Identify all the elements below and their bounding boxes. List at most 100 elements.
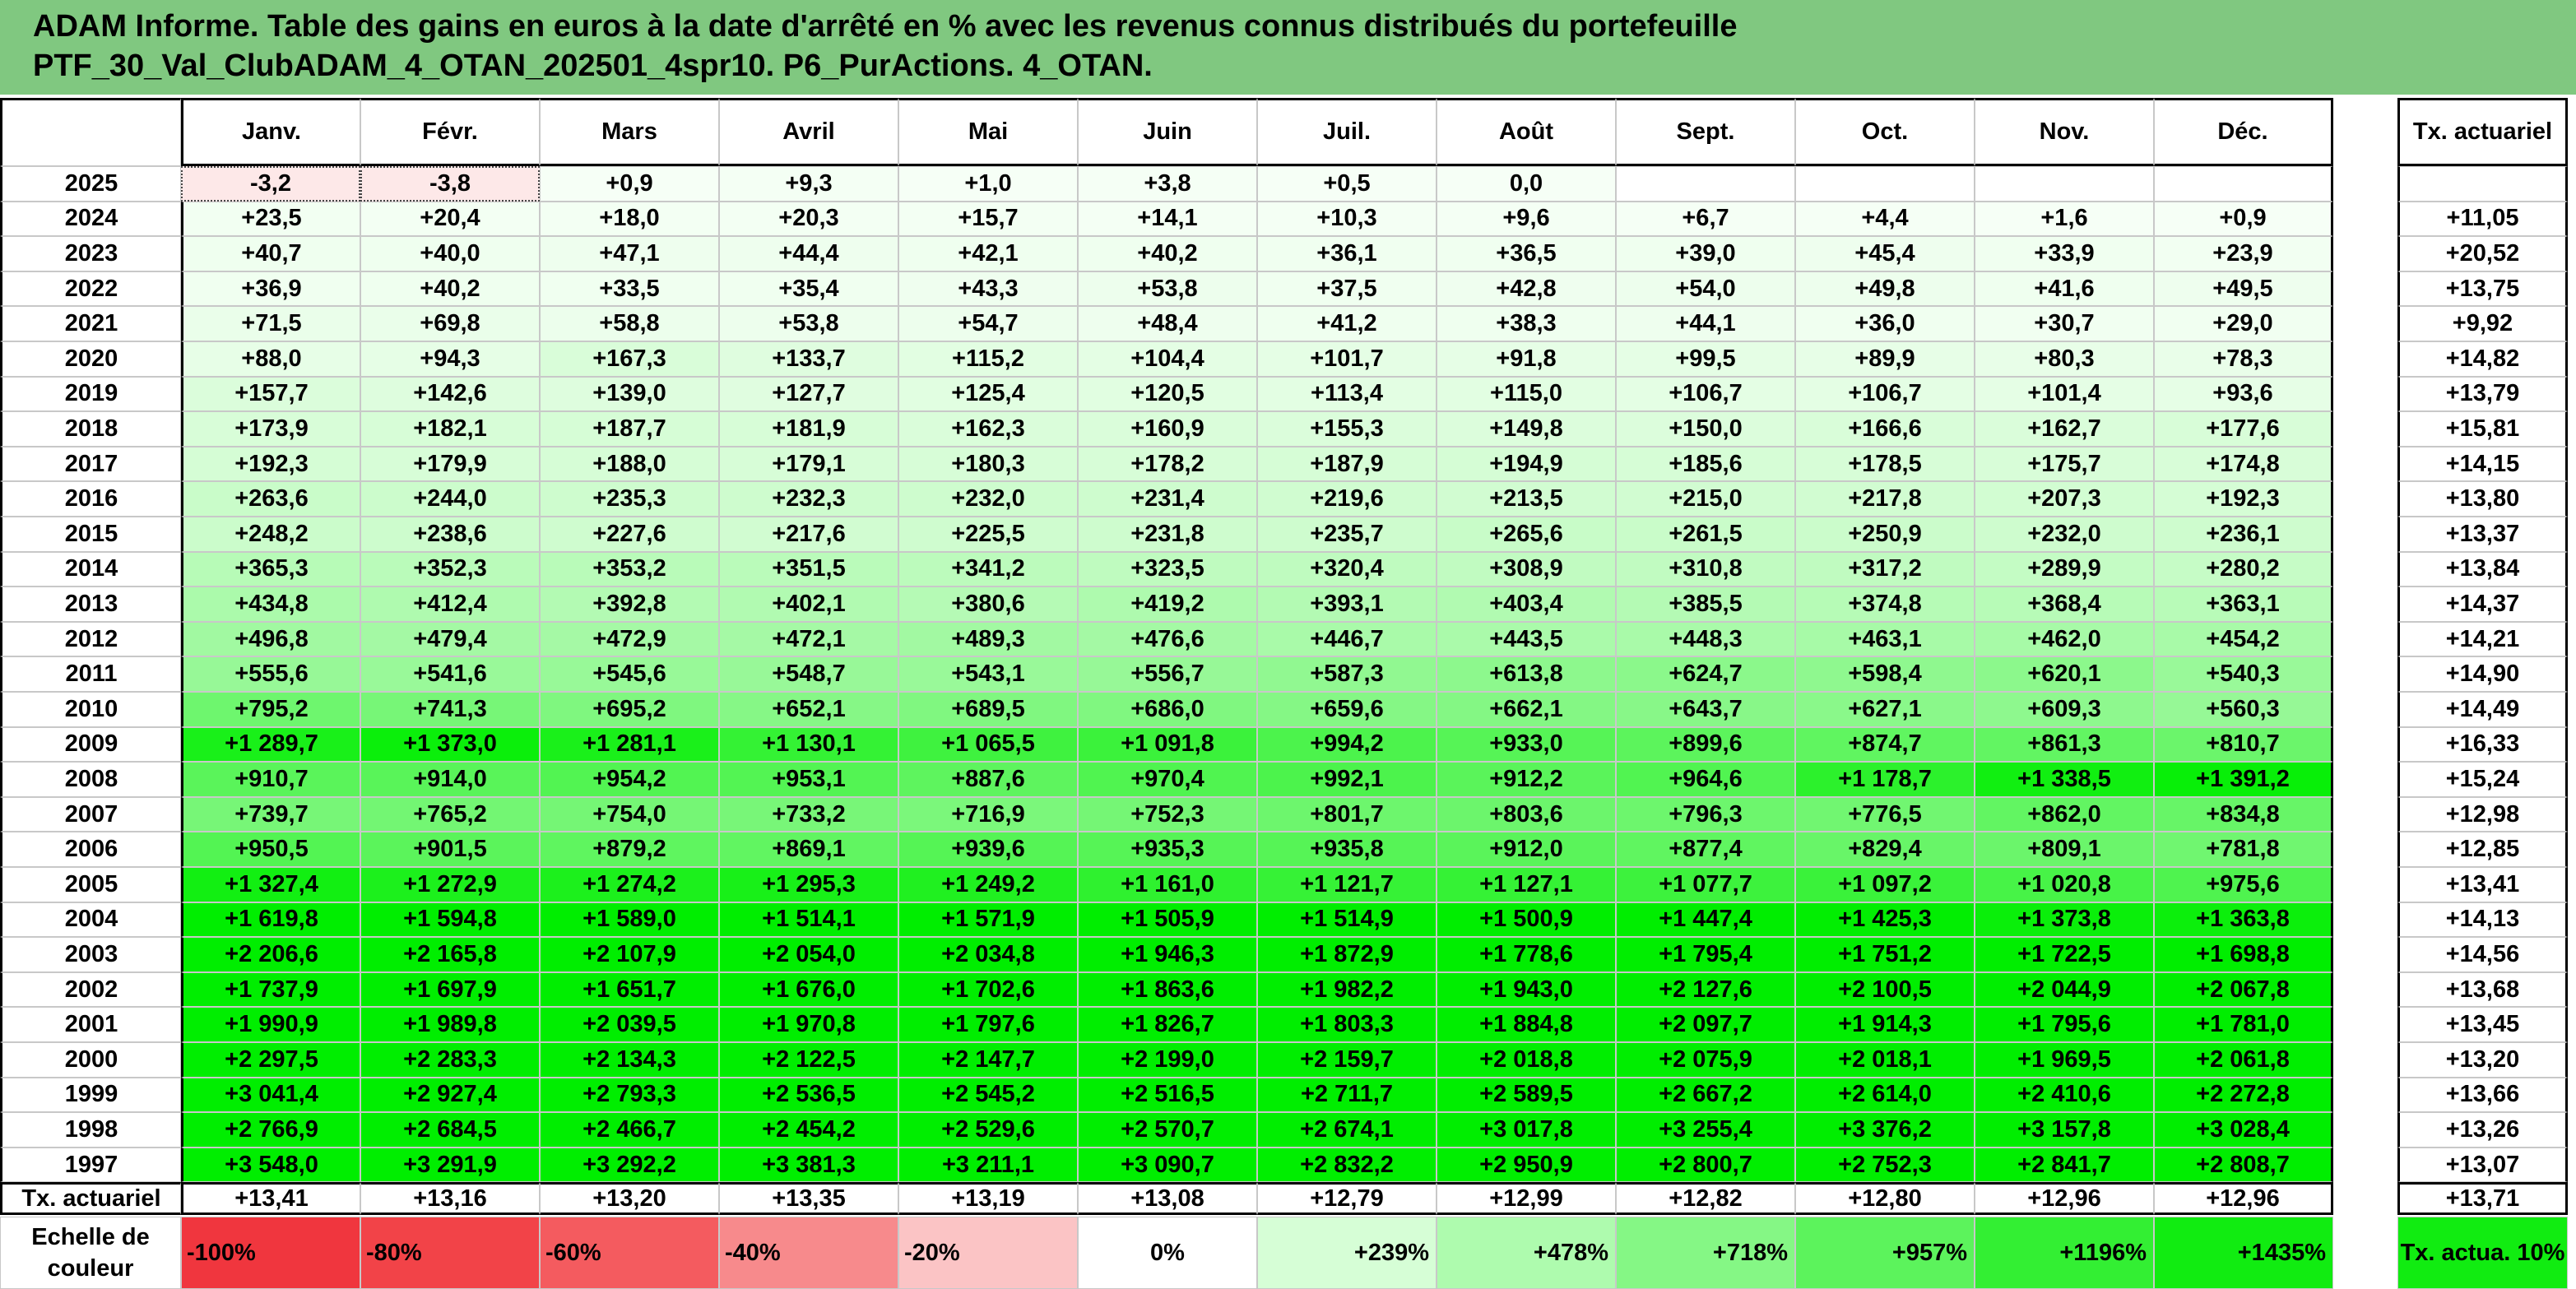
- table-cell: +36,9: [181, 271, 360, 307]
- table-cell: +71,5: [181, 306, 360, 341]
- row-tx: +12,85: [2397, 832, 2568, 867]
- table-cell: +15,7: [898, 201, 1078, 237]
- title-line-1: ADAM Informe. Table des gains en euros à…: [33, 9, 1738, 44]
- table-cell: +1 751,2: [1795, 937, 1975, 972]
- table-cell: +235,7: [1257, 517, 1437, 552]
- table-cell: +115,2: [898, 341, 1078, 377]
- table-cell: +187,7: [540, 411, 719, 447]
- table-cell: +1 295,3: [719, 867, 898, 902]
- table-cell: +374,8: [1795, 587, 1975, 622]
- table-cell: +1 872,9: [1257, 937, 1437, 972]
- table-cell: +1 989,8: [360, 1007, 540, 1042]
- table-cell: +454,2: [2154, 621, 2333, 657]
- table-cell: +620,1: [1975, 656, 2154, 692]
- table-cell: +2 800,7: [1616, 1147, 1795, 1183]
- table-cell: +479,4: [360, 621, 540, 657]
- table-cell: +879,2: [540, 832, 719, 867]
- row-year: 2023: [0, 236, 181, 271]
- table-cell: +185,6: [1616, 446, 1795, 482]
- table-cell: +1 373,8: [1975, 902, 2154, 938]
- table-cell: +248,2: [181, 517, 360, 552]
- row-year: 2024: [0, 201, 181, 237]
- table-cell: +58,8: [540, 306, 719, 341]
- table-cell: +2 711,7: [1257, 1077, 1437, 1113]
- table-cell: +1 249,2: [898, 867, 1078, 902]
- table-cell: +689,5: [898, 692, 1078, 727]
- table-cell: +177,6: [2154, 411, 2333, 447]
- row-tx: +13,66: [2397, 1077, 2568, 1113]
- header-month: Août: [1437, 98, 1616, 166]
- scale-swatch: +718%: [1616, 1217, 1795, 1289]
- table-cell: +0,5: [1257, 166, 1437, 202]
- header-month: Déc.: [2154, 98, 2333, 166]
- table-cell: +1 327,4: [181, 867, 360, 902]
- table-cell: +166,6: [1795, 411, 1975, 447]
- table-cell: +160,9: [1078, 411, 1257, 447]
- table-cell: +1 363,8: [2154, 902, 2333, 938]
- table-cell: +1 651,7: [540, 971, 719, 1008]
- table-cell: +402,1: [719, 587, 898, 622]
- scale-swatch: +1435%: [2154, 1217, 2333, 1289]
- row-year: 2000: [0, 1042, 181, 1078]
- table-cell: +289,9: [1975, 551, 2154, 587]
- table-cell: +10,3: [1257, 201, 1437, 237]
- table-cell: +1 338,5: [1975, 762, 2154, 797]
- row-year: 2010: [0, 692, 181, 727]
- header-month: Mars: [540, 98, 719, 166]
- table-cell: +40,0: [360, 236, 540, 271]
- table-cell: +1 990,9: [181, 1007, 360, 1042]
- table-cell: +1 722,5: [1975, 937, 2154, 972]
- table-cell: +2 018,1: [1795, 1042, 1975, 1078]
- table-cell: +874,7: [1795, 726, 1975, 763]
- table-cell: +263,6: [181, 481, 360, 517]
- table-cell: +142,6: [360, 376, 540, 412]
- table-cell: +609,3: [1975, 692, 2154, 727]
- row-year: 2006: [0, 832, 181, 867]
- table-cell: +1 778,6: [1437, 937, 1616, 972]
- summary-cell: +13,19: [898, 1182, 1078, 1216]
- table-cell: +914,0: [360, 762, 540, 797]
- table-cell: +225,5: [898, 517, 1078, 552]
- table-cell: +2 272,8: [2154, 1077, 2333, 1113]
- table-cell: +227,6: [540, 517, 719, 552]
- table-cell: +1 425,3: [1795, 902, 1975, 938]
- table-cell: +476,6: [1078, 621, 1257, 657]
- row-year: 1997: [0, 1147, 181, 1183]
- table-cell: +1 020,8: [1975, 867, 2154, 902]
- table-cell: +80,3: [1975, 341, 2154, 377]
- table-cell: +796,3: [1616, 796, 1795, 832]
- table-cell: +43,3: [898, 271, 1078, 307]
- table-cell: +29,0: [2154, 306, 2333, 341]
- row-tx: +14,15: [2397, 446, 2568, 482]
- table-cell: +1 863,6: [1078, 971, 1257, 1008]
- table-cell: +351,5: [719, 551, 898, 587]
- row-tx: +14,49: [2397, 692, 2568, 727]
- table-cell: [2154, 166, 2333, 202]
- table-cell: +353,2: [540, 551, 719, 587]
- table-cell: +2 127,6: [1616, 971, 1795, 1008]
- table-cell: +2 410,6: [1975, 1077, 2154, 1113]
- table-cell: +953,1: [719, 762, 898, 797]
- table-cell: +472,9: [540, 621, 719, 657]
- row-tx: +14,90: [2397, 656, 2568, 692]
- row-tx: +16,33: [2397, 726, 2568, 763]
- table-cell: +2 206,6: [181, 937, 360, 972]
- table-cell: +1 281,1: [540, 726, 719, 763]
- table-cell: +1 272,9: [360, 867, 540, 902]
- table-cell: +1 797,6: [898, 1007, 1078, 1042]
- header-month: Janv.: [181, 98, 360, 166]
- table-cell: +781,8: [2154, 832, 2333, 867]
- table-cell: +2 061,8: [2154, 1042, 2333, 1078]
- table-cell: +3 211,1: [898, 1147, 1078, 1183]
- row-tx: +13,75: [2397, 271, 2568, 307]
- table-cell: +1 091,8: [1078, 726, 1257, 763]
- table-cell: +1 500,9: [1437, 902, 1616, 938]
- table-cell: +127,7: [719, 376, 898, 412]
- table-cell: +1 795,4: [1616, 937, 1795, 972]
- table-cell: +213,5: [1437, 481, 1616, 517]
- table-cell: +3 041,4: [181, 1077, 360, 1113]
- table-cell: +1 121,7: [1257, 867, 1437, 902]
- summary-tx: +13,71: [2397, 1182, 2568, 1216]
- table-cell: +741,3: [360, 692, 540, 727]
- table-cell: +1 289,7: [181, 726, 360, 763]
